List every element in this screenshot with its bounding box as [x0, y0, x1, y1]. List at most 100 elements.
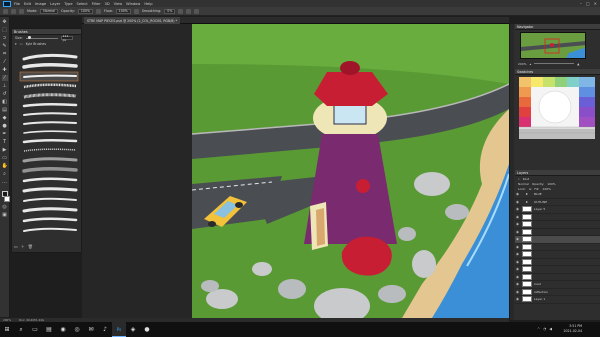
- brush-stroke-13[interactable]: [22, 166, 78, 173]
- navigator-tab[interactable]: Navigator: [515, 24, 600, 30]
- new-brush-group-icon[interactable]: ▭: [14, 244, 18, 250]
- brush-stroke-8[interactable]: [23, 121, 77, 125]
- quick-mask-icon[interactable]: ◎: [2, 204, 8, 210]
- brush-stroke-14[interactable]: [22, 177, 78, 183]
- menu-window[interactable]: Window: [126, 2, 140, 6]
- eye-visibility-icon[interactable]: ◉: [515, 252, 520, 256]
- menu-image[interactable]: Image: [35, 2, 46, 6]
- airbrush-icon[interactable]: [133, 8, 139, 14]
- eye-visibility-icon[interactable]: ◉: [515, 192, 520, 196]
- layer-row[interactable]: ◉ reflection: [515, 288, 600, 296]
- dodge-tool-icon[interactable]: ●: [2, 123, 8, 129]
- brush-stroke-4[interactable]: [23, 83, 77, 89]
- eye-visibility-icon[interactable]: ◉: [515, 275, 520, 279]
- mail-icon[interactable]: ✉: [84, 322, 98, 337]
- blur-tool-icon[interactable]: ◆: [2, 115, 8, 121]
- network-icon[interactable]: ◔: [543, 327, 546, 331]
- layer-row[interactable]: ◉: [515, 221, 600, 229]
- brush-stroke-19[interactable]: [23, 227, 77, 232]
- gradient-tool-icon[interactable]: ▤: [2, 107, 8, 113]
- music-icon[interactable]: ♪: [98, 322, 112, 337]
- layer-opacity-value[interactable]: 100%: [547, 182, 556, 186]
- layer-row[interactable]: ◉: [515, 243, 600, 251]
- eye-visibility-icon[interactable]: ◉: [515, 200, 520, 204]
- layer-row[interactable]: ◉ ▸ BLUE: [515, 191, 600, 199]
- eye-visibility-icon[interactable]: ◉: [515, 245, 520, 249]
- brush-stroke-2[interactable]: [22, 62, 78, 69]
- layer-row[interactable]: ◉ ▸ OUTLINE: [515, 199, 600, 206]
- navigator-zoom-value[interactable]: 200%: [518, 62, 527, 66]
- layer-name[interactable]: OUTLINE: [534, 200, 547, 204]
- move-tool-icon[interactable]: ✥: [2, 19, 8, 25]
- brush-stroke-16[interactable]: [23, 197, 77, 202]
- eye-visibility-icon[interactable]: ◉: [515, 297, 520, 301]
- brush-tool-icon[interactable]: [3, 8, 8, 14]
- brush-stroke-7[interactable]: [23, 112, 77, 116]
- zoom-out-icon[interactable]: ▴: [530, 62, 532, 66]
- lasso-tool-icon[interactable]: ↄ: [2, 35, 8, 41]
- crop-tool-icon[interactable]: ⌗: [2, 51, 8, 57]
- document-tab[interactable]: STRE MAP PIECES.psd @ 200% (2_COL_ROCKS,…: [84, 17, 181, 24]
- search-icon[interactable]: ⌕: [14, 322, 28, 337]
- brush-stroke-6[interactable]: [22, 102, 78, 108]
- mode-select[interactable]: Normal: [40, 8, 58, 14]
- menu-edit[interactable]: Edit: [24, 2, 31, 6]
- eye-visibility-icon[interactable]: ◉: [515, 222, 520, 226]
- eye-visibility-icon[interactable]: ◉: [515, 207, 520, 211]
- clone-stamp-tool-icon[interactable]: ⊥: [2, 83, 8, 89]
- layer-row[interactable]: ◉ Layer 5: [515, 206, 600, 214]
- menu-type[interactable]: Type: [64, 2, 72, 6]
- recorder-icon[interactable]: ●: [140, 322, 154, 337]
- brush-stroke-5[interactable]: [23, 93, 77, 99]
- trash-icon[interactable]: 🗑: [28, 244, 33, 250]
- hand-tool-icon[interactable]: ✋: [2, 163, 8, 169]
- menu-view[interactable]: View: [114, 2, 123, 6]
- chevron-up-icon[interactable]: ^: [537, 327, 540, 331]
- eye-visibility-icon[interactable]: ◉: [515, 260, 520, 264]
- smoothing-field[interactable]: 0%: [164, 8, 176, 14]
- brush-settings-icon[interactable]: [19, 8, 24, 14]
- layer-name[interactable]: BLUE: [534, 192, 542, 196]
- healing-tool-icon[interactable]: ✚: [2, 67, 8, 73]
- swatches-tab[interactable]: Swatches: [515, 69, 600, 75]
- brush-stroke-9[interactable]: [23, 130, 77, 134]
- eye-visibility-icon[interactable]: ◉: [515, 290, 520, 294]
- app-icon[interactable]: ◎: [70, 322, 84, 337]
- brush-stroke-1[interactable]: [22, 53, 78, 61]
- color-wheel-swatches[interactable]: [519, 77, 595, 139]
- quick-select-tool-icon[interactable]: ✎: [2, 43, 8, 49]
- maximize-icon[interactable]: □: [586, 1, 590, 6]
- navigator-thumbnail[interactable]: [520, 32, 586, 59]
- brush-stroke-15[interactable]: [22, 187, 78, 193]
- shape-tool-icon[interactable]: ▭: [2, 155, 8, 161]
- menu-layer[interactable]: Layer: [50, 2, 60, 6]
- pen-tool-icon[interactable]: ✒: [2, 131, 8, 137]
- more-tools-icon[interactable]: …: [2, 179, 8, 185]
- marquee-tool-icon[interactable]: ⬚: [2, 27, 8, 33]
- symmetry-icon[interactable]: [194, 8, 200, 14]
- eye-visibility-icon[interactable]: ◉: [515, 282, 520, 286]
- layer-row[interactable]: ◉: [515, 251, 600, 259]
- layer-name[interactable]: reflection: [534, 290, 548, 294]
- brush-stroke-12[interactable]: [22, 157, 78, 163]
- eye-visibility-icon[interactable]: ◉: [515, 237, 520, 241]
- brush-preset-picker-icon[interactable]: [11, 8, 16, 14]
- screen-mode-icon[interactable]: ▣: [2, 212, 8, 218]
- file-explorer-icon[interactable]: ▤: [42, 322, 56, 337]
- brush-size-slider[interactable]: [25, 36, 58, 39]
- taskbar-clock[interactable]: 3:51 PM 2021-02-04: [563, 324, 582, 334]
- layer-row[interactable]: ◉: [515, 213, 600, 221]
- layer-row[interactable]: ◉: [515, 266, 600, 274]
- layer-fill-value[interactable]: 100%: [542, 187, 551, 191]
- flow-field[interactable]: 100%: [115, 8, 131, 14]
- lock-icon[interactable]: ⊡: [529, 187, 532, 191]
- zoom-tool-icon[interactable]: ⌕: [2, 171, 8, 177]
- zoom-in-icon[interactable]: ▲: [577, 62, 579, 66]
- task-view-icon[interactable]: ▭: [28, 322, 42, 337]
- eye-visibility-icon[interactable]: ◉: [515, 267, 520, 271]
- angle-icon[interactable]: [186, 8, 192, 14]
- layer-row[interactable]: ◉: [515, 273, 600, 281]
- layer-row[interactable]: ◉: [515, 228, 600, 236]
- brush-size-field[interactable]: 111 px: [60, 34, 73, 42]
- minimize-icon[interactable]: –: [580, 1, 582, 6]
